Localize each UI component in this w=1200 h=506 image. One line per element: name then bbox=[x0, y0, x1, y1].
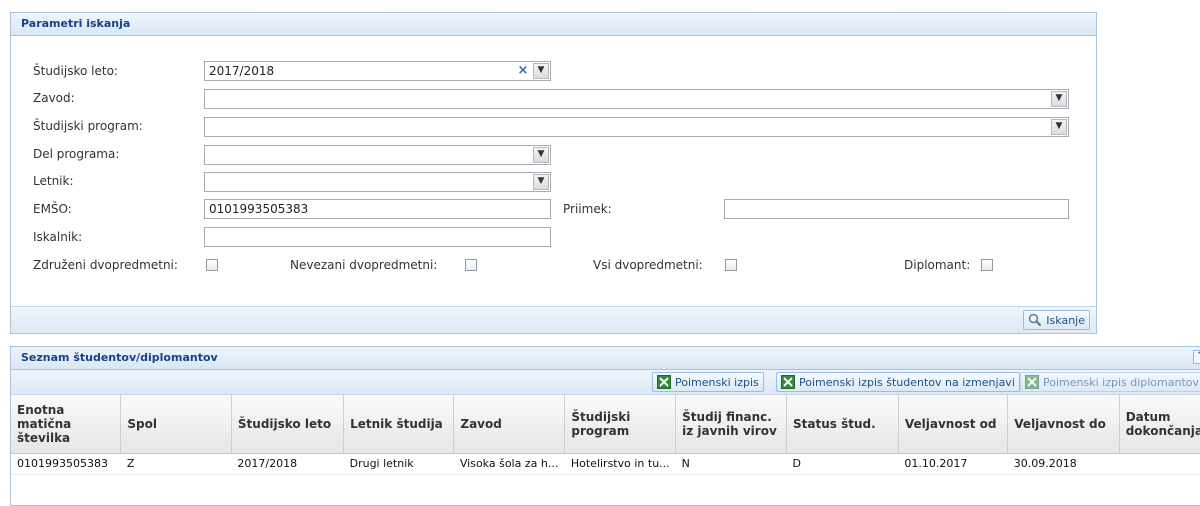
list-panel-title: Seznam študentov/diplomantov bbox=[21, 351, 218, 364]
chevron-down-icon[interactable]: ▼ bbox=[1051, 91, 1067, 107]
column-header-studijsko-leto[interactable]: Študijsko leto bbox=[231, 395, 345, 454]
chevron-down-icon[interactable]: ▼ bbox=[1051, 119, 1067, 135]
search-icon bbox=[1029, 313, 1042, 327]
column-header-spol[interactable]: Spol bbox=[120, 395, 232, 454]
studijski-program-combo[interactable]: ▼ bbox=[204, 117, 1069, 137]
label-studijski-program: Študijski program: bbox=[33, 119, 143, 133]
search-footer: Iskanje bbox=[11, 306, 1096, 333]
cell-datum-dokoncanja bbox=[1119, 453, 1200, 475]
izpis-diplomantov-label: Poimenski izpis diplomantov bbox=[1043, 376, 1200, 389]
izpis-na-izmenjavi-label: Poimenski izpis študentov na izmenjavi bbox=[799, 376, 1015, 389]
label-emso: EMŠO: bbox=[33, 202, 72, 216]
poimenski-izpis-button[interactable]: Poimenski izpis bbox=[652, 372, 764, 392]
column-header-datum-dokoncanja[interactable]: Datum dokončanja bbox=[1119, 395, 1200, 454]
collapse-icon[interactable]: ⌃ bbox=[1193, 350, 1200, 364]
diplomant-checkbox[interactable] bbox=[981, 259, 993, 271]
cell-studijsko-leto: 2017/2018 bbox=[231, 453, 344, 475]
zdruzeni-dvopredmetni-checkbox[interactable] bbox=[206, 259, 218, 271]
label-vsi-dvopredmetni: Vsi dvopredmetni: bbox=[593, 258, 703, 272]
label-letnik: Letnik: bbox=[33, 174, 74, 188]
chevron-down-icon[interactable]: ▼ bbox=[533, 174, 549, 190]
column-header-letnik[interactable]: Letnik študija bbox=[343, 395, 455, 454]
label-studijsko-leto: Študijsko leto: bbox=[33, 64, 118, 78]
iskalnik-input[interactable] bbox=[204, 227, 551, 247]
nevezani-dvopredmetni-checkbox[interactable] bbox=[465, 259, 477, 271]
label-diplomant: Diplomant: bbox=[904, 258, 971, 272]
cell-financiranje: N bbox=[675, 453, 787, 475]
column-header-studijski-program[interactable]: Študijski program bbox=[564, 395, 677, 454]
emso-input[interactable] bbox=[204, 199, 551, 219]
excel-icon bbox=[1025, 375, 1039, 389]
studijsko-leto-combo[interactable]: 2017/2018 × ▼ bbox=[204, 61, 551, 81]
list-panel: Seznam študentov/diplomantov ⌃ Poimenski… bbox=[10, 346, 1200, 506]
column-header-status[interactable]: Status štud. bbox=[786, 395, 899, 454]
label-nevezani-dvopredmetni: Nevezani dvopredmetni: bbox=[290, 258, 438, 272]
vsi-dvopredmetni-checkbox[interactable] bbox=[725, 259, 737, 271]
chevron-down-icon[interactable]: ▼ bbox=[533, 147, 549, 163]
izpis-diplomantov-button[interactable]: Poimenski izpis diplomantov bbox=[1020, 372, 1200, 392]
del-programa-combo[interactable]: ▼ bbox=[204, 145, 551, 165]
students-table: Enotna matična številka Spol Študijsko l… bbox=[11, 395, 1200, 475]
studijsko-leto-value: 2017/2018 bbox=[209, 64, 275, 78]
column-header-financiranje[interactable]: Študij financ. iz javnih virov bbox=[675, 395, 788, 454]
column-header-veljavnost-od[interactable]: Veljavnost od bbox=[898, 395, 1009, 454]
list-toolbar: Poimenski izpis Poimenski izpis študento… bbox=[11, 370, 1200, 395]
label-iskalnik: Iskalnik: bbox=[33, 230, 83, 244]
label-zavod: Zavod: bbox=[33, 91, 75, 105]
zavod-combo[interactable]: ▼ bbox=[204, 89, 1069, 109]
clear-icon[interactable]: × bbox=[516, 62, 530, 80]
letnik-combo[interactable]: ▼ bbox=[204, 172, 551, 192]
chevron-down-icon[interactable]: ▼ bbox=[533, 63, 549, 79]
search-button-label: Iskanje bbox=[1046, 314, 1085, 327]
izpis-na-izmenjavi-button[interactable]: Poimenski izpis študentov na izmenjavi bbox=[776, 372, 1020, 392]
column-header-veljavnost-do[interactable]: Veljavnost do bbox=[1007, 395, 1120, 454]
cell-veljavnost-od: 01.10.2017 bbox=[898, 453, 1008, 475]
list-panel-title-bar: Seznam študentov/diplomantov ⌃ bbox=[11, 347, 1200, 370]
column-header-zavod[interactable]: Zavod bbox=[453, 395, 566, 454]
table-header-row: Enotna matična številka Spol Študijsko l… bbox=[11, 395, 1200, 454]
cell-veljavnost-do: 30.09.2018 bbox=[1007, 453, 1120, 475]
cell-studijski-program: Hotelirstvo in tu... bbox=[564, 453, 676, 475]
table-row[interactable]: 0101993505383 Z 2017/2018 Drugi letnik V… bbox=[11, 453, 1200, 475]
priimek-input[interactable] bbox=[724, 199, 1069, 219]
column-header-emso[interactable]: Enotna matična številka bbox=[11, 395, 122, 454]
cell-letnik: Drugi letnik bbox=[343, 453, 454, 475]
search-button[interactable]: Iskanje bbox=[1023, 310, 1090, 330]
label-zdruzeni-dvopredmetni: Združeni dvopredmetni: bbox=[33, 258, 178, 272]
excel-icon bbox=[657, 375, 671, 389]
search-panel: Parametri iskanja Študijsko leto: 2017/2… bbox=[10, 12, 1097, 334]
search-panel-title: Parametri iskanja bbox=[11, 13, 1096, 36]
cell-status: D bbox=[786, 453, 899, 475]
label-priimek: Priimek: bbox=[563, 202, 612, 216]
excel-icon bbox=[781, 375, 795, 389]
label-del-programa: Del programa: bbox=[33, 147, 120, 161]
cell-emso: 0101993505383 bbox=[11, 453, 121, 475]
cell-spol: Z bbox=[120, 453, 232, 475]
cell-zavod: Visoka šola za h... bbox=[453, 453, 565, 475]
poimenski-izpis-label: Poimenski izpis bbox=[675, 376, 759, 389]
